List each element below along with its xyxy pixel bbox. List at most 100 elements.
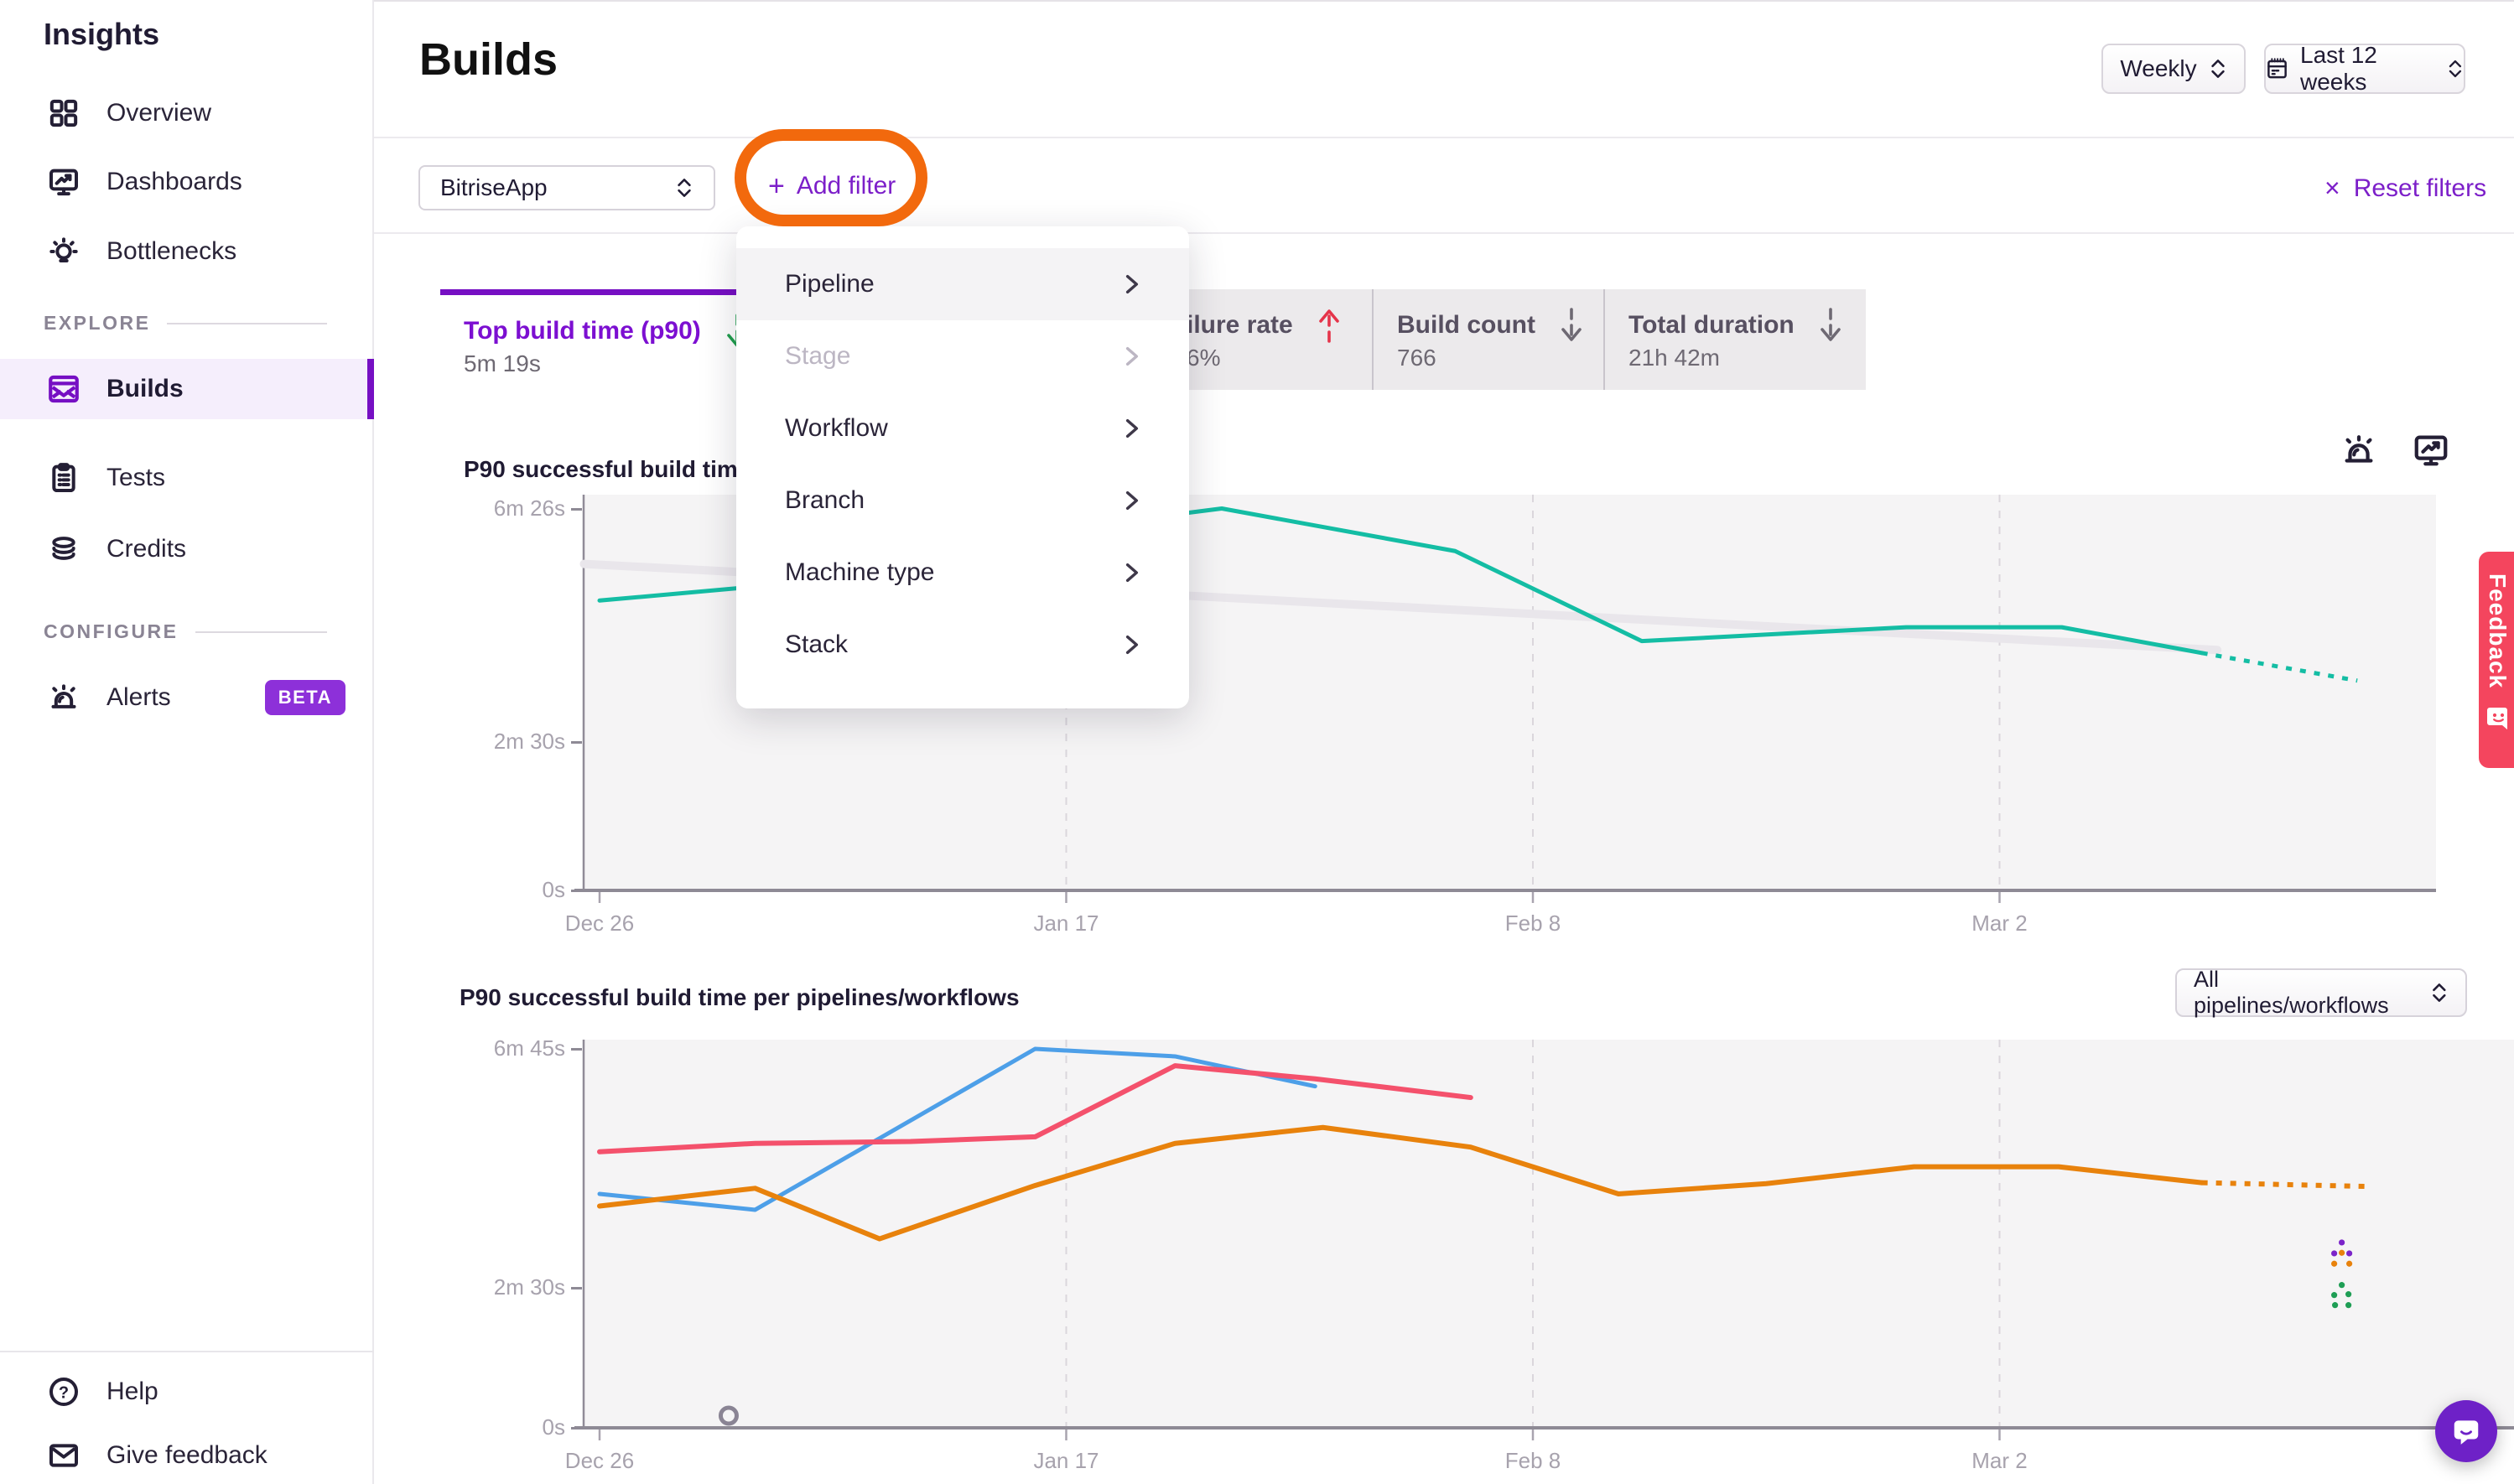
sidebar-item-label: Credits (106, 535, 186, 563)
add-to-dashboard-icon[interactable] (2412, 431, 2450, 470)
y-axis-tick-label: 2m 30s (456, 1274, 565, 1300)
menu-item-machine-type[interactable]: Machine type (736, 537, 1189, 609)
date-range-select[interactable]: Last 12 weeks (2264, 44, 2465, 94)
granularity-select[interactable]: Weekly (2101, 44, 2246, 94)
sidebar-item-label: Tests (106, 464, 165, 492)
sidebar-section-configure: CONFIGURE (44, 620, 327, 643)
pipelines-select[interactable]: All pipelines/workflows (2175, 968, 2467, 1017)
y-axis-tick-label: 6m 26s (456, 496, 565, 521)
chevron-updown-icon (2209, 56, 2227, 81)
sidebar-item-give-feedback[interactable]: Give feedback (0, 1432, 374, 1479)
tab-label: Top build time (p90) (464, 317, 701, 345)
tab-value: 5m 19s (464, 350, 541, 377)
chat-launcher-button[interactable] (2435, 1400, 2497, 1462)
question-icon: ? (46, 1374, 81, 1409)
sidebar-item-label: Overview (106, 99, 211, 127)
chart2-title: P90 successful build time per pipelines/… (460, 984, 1020, 1011)
menu-item-label: Pipeline (785, 270, 875, 298)
lightbulb-icon (46, 234, 81, 269)
sidebar-item-bottlenecks[interactable]: Bottlenecks (0, 225, 374, 278)
y-axis-tick-mark (571, 1287, 582, 1289)
menu-item-pipeline[interactable]: Pipeline (736, 248, 1189, 320)
y-axis-tick-mark (571, 508, 582, 511)
sidebar-item-label: Help (106, 1378, 158, 1406)
tab-total-duration[interactable]: Total duration 21h 42m (1603, 289, 1866, 390)
header-divider (374, 137, 2514, 138)
chevron-updown-icon (2430, 980, 2449, 1005)
calendar-icon (2266, 55, 2288, 82)
sidebar-item-help[interactable]: ? Help (0, 1368, 374, 1415)
sidebar-footer-divider (0, 1351, 374, 1352)
chart-plot-2 (583, 1040, 2514, 1453)
chart1-title: P90 successful build time fo (464, 456, 780, 483)
menu-item-stage: Stage (736, 320, 1189, 392)
coins-icon (46, 532, 81, 567)
sidebar: Insights Overview Dashboards Bottlenecks (0, 0, 374, 1484)
reset-filters-button[interactable]: × Reset filters (2324, 173, 2486, 204)
tab-build-count[interactable]: Build count 766 (1372, 289, 1603, 390)
sidebar-item-dashboards[interactable]: Dashboards (0, 155, 374, 209)
sidebar-item-label: Dashboards (106, 168, 242, 196)
sidebar-item-builds[interactable]: Builds (0, 359, 374, 419)
chevron-right-icon (1125, 563, 1139, 583)
page-title: Builds (419, 34, 558, 86)
annotation-circle (735, 129, 927, 226)
filter-menu: Pipeline Stage Workflow Branch Machine t… (736, 226, 1189, 708)
menu-item-workflow[interactable]: Workflow (736, 392, 1189, 464)
feedback-tab[interactable]: Feedback (2479, 552, 2514, 768)
chevron-right-icon (1125, 274, 1139, 294)
smiley-bubble-icon (2482, 703, 2512, 737)
menu-item-label: Stage (785, 342, 850, 371)
chevron-right-icon (1125, 635, 1139, 655)
section-divider (167, 323, 327, 324)
window-top-border (0, 0, 2514, 2)
chevron-updown-icon (2447, 56, 2464, 81)
chevron-right-icon (1125, 346, 1139, 366)
chevron-right-icon (1125, 418, 1139, 438)
menu-item-label: Branch (785, 486, 865, 515)
alert-bell-icon[interactable] (2340, 431, 2378, 470)
trend-up-icon (1315, 306, 1343, 345)
svg-text:?: ? (59, 1383, 69, 1402)
trend-down-icon (1557, 306, 1586, 345)
section-label: CONFIGURE (44, 620, 179, 643)
menu-item-branch[interactable]: Branch (736, 464, 1189, 537)
beta-badge: BETA (265, 680, 345, 715)
app-select[interactable]: BitriseApp (418, 165, 715, 210)
close-icon: × (2324, 173, 2340, 204)
sidebar-item-label: Builds (106, 375, 184, 403)
filter-row-divider (374, 232, 2514, 234)
sidebar-title: Insights (44, 17, 159, 52)
app-select-value: BitriseApp (440, 174, 548, 201)
y-axis-tick-mark (571, 1048, 582, 1051)
sidebar-item-label: Give feedback (106, 1441, 268, 1470)
y-axis-tick-label: 2m 30s (456, 729, 565, 755)
menu-item-label: Stack (785, 630, 848, 659)
menu-item-stack[interactable]: Stack (736, 609, 1189, 681)
granularity-value: Weekly (2120, 55, 2196, 82)
menu-item-label: Workflow (785, 414, 888, 443)
siren-icon (46, 680, 81, 715)
reset-filters-label: Reset filters (2354, 174, 2486, 203)
sidebar-item-label: Bottlenecks (106, 237, 236, 266)
trend-down-icon (1816, 306, 1845, 345)
sidebar-section-explore: EXPLORE (44, 312, 327, 335)
grid-icon (46, 96, 81, 131)
y-axis-tick-mark (571, 741, 582, 744)
builds-icon (46, 371, 81, 407)
tab-label: ilure rate (1187, 311, 1293, 340)
date-range-value: Last 12 weeks (2300, 42, 2435, 96)
tab-value: 6% (1187, 345, 1220, 371)
tab-value: 21h 42m (1628, 345, 1720, 371)
tab-label: Build count (1397, 311, 1535, 340)
envelope-icon (46, 1438, 81, 1473)
feedback-tab-label: Feedback (2484, 573, 2511, 688)
y-axis-tick-label: 0s (456, 877, 565, 903)
sidebar-item-tests[interactable]: Tests (0, 451, 374, 505)
section-label: EXPLORE (44, 312, 150, 335)
section-divider (195, 631, 328, 633)
sidebar-item-overview[interactable]: Overview (0, 86, 374, 140)
sidebar-item-credits[interactable]: Credits (0, 522, 374, 576)
sidebar-item-alerts[interactable]: Alerts BETA (0, 671, 374, 724)
sidebar-item-label: Alerts (106, 683, 171, 712)
